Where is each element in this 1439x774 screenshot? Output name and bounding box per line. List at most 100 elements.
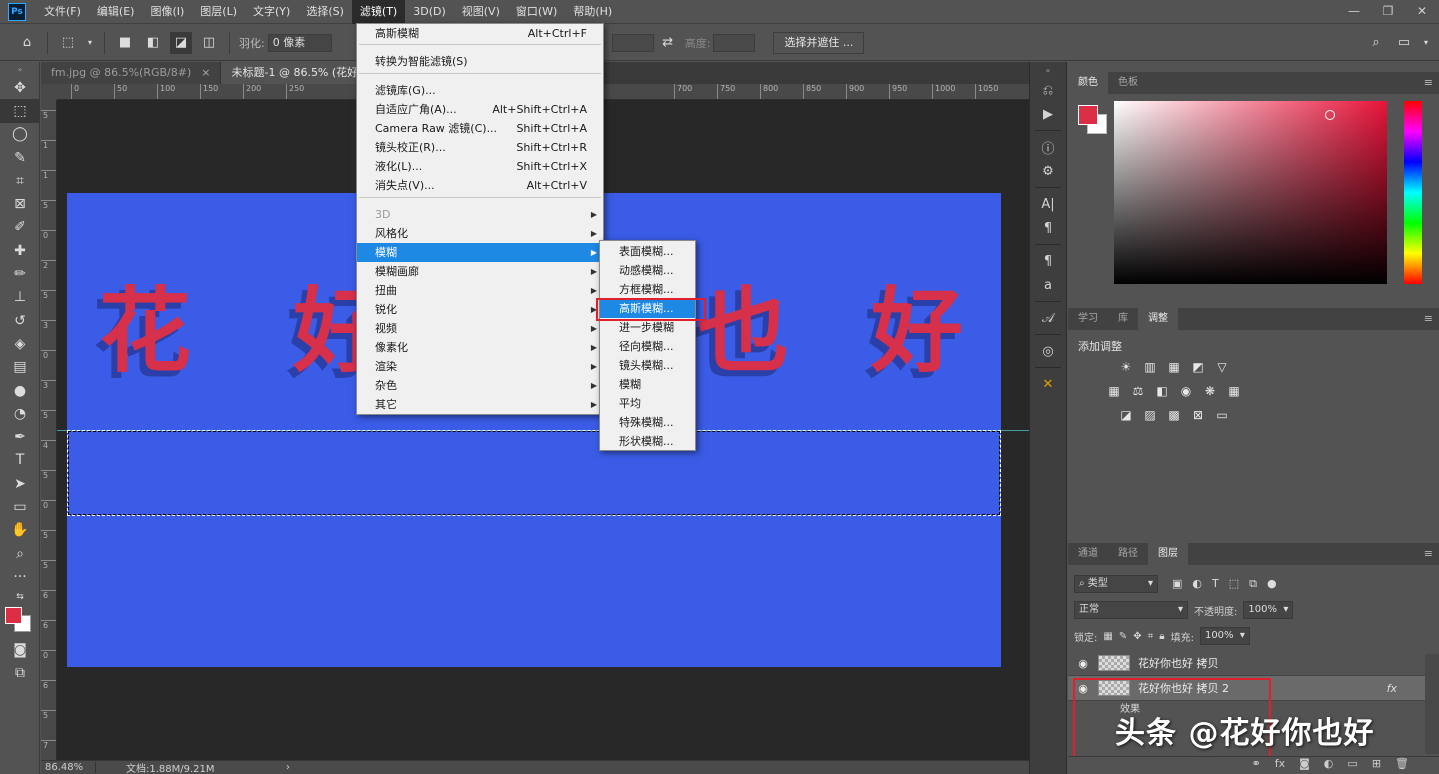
swap-icon[interactable]: ⇄ [657, 32, 679, 54]
submenu-lens-blur[interactable]: 镜头模糊... [600, 356, 695, 375]
character-panel-icon[interactable]: A| [1030, 192, 1066, 216]
foreground-color-swatch[interactable] [1078, 105, 1098, 125]
blend-mode-select[interactable]: 正常 ▾ [1074, 601, 1188, 619]
panel-menu-icon[interactable]: ≡ [1424, 312, 1433, 325]
tab-adjustments[interactable]: 调整 [1138, 308, 1178, 330]
marquee-selection[interactable] [67, 430, 1001, 516]
color-picker-handle[interactable] [1325, 110, 1335, 120]
photo-filter-icon[interactable]: ◉ [1178, 384, 1194, 398]
panel-menu-icon[interactable]: ≡ [1424, 547, 1433, 560]
rect-marquee-tool-icon[interactable]: ⬚ [0, 99, 40, 123]
adjustment-layer-icon[interactable]: ◐ [1324, 757, 1334, 774]
hue-slider[interactable] [1404, 101, 1422, 284]
menu-item-blur-gallery[interactable]: 模糊画廊 ▶ [357, 262, 603, 281]
frame-tool-icon[interactable]: ⊠ [0, 192, 40, 215]
screen-mode-icon[interactable]: ⧉ [0, 662, 40, 685]
chevron-down-icon[interactable]: ▾ [85, 32, 95, 54]
lock-artboard-icon[interactable]: ⌗ [1148, 631, 1154, 642]
foreground-color[interactable] [5, 606, 22, 624]
quick-mask-icon[interactable]: ◙ [0, 639, 40, 662]
paragraph-panel-icon[interactable]: ¶ [1030, 216, 1066, 240]
shape-filter-icon[interactable]: ⬚ [1229, 577, 1239, 591]
collapse-icon[interactable]: « [1030, 62, 1066, 78]
levels-icon[interactable]: ▥ [1142, 360, 1158, 374]
move-tool-icon[interactable]: ✥ [0, 76, 40, 99]
curves-icon[interactable]: ▦ [1166, 360, 1182, 374]
lock-pixels-icon[interactable]: ▦ [1103, 631, 1112, 642]
menu-item-gaussian-blur-last[interactable]: 高斯模糊 Alt+Ctrl+F [357, 24, 603, 43]
lock-all-icon[interactable]: 🔒︎ [1159, 631, 1164, 642]
close-icon[interactable]: ✕ [1405, 0, 1439, 22]
width-input[interactable] [611, 33, 654, 52]
layer-row[interactable]: ◉ 花好你也好 拷贝 [1068, 651, 1425, 676]
path-select-tool-icon[interactable]: ➤ [0, 472, 40, 495]
submenu-box-blur[interactable]: 方框模糊... [600, 280, 695, 299]
submenu-radial-blur[interactable]: 径向模糊... [600, 337, 695, 356]
menu-item-noise[interactable]: 杂色 ▶ [357, 376, 603, 395]
tab-paths[interactable]: 路径 [1108, 543, 1148, 565]
tab-swatches[interactable]: 色板 [1108, 72, 1148, 94]
menu-window[interactable]: 窗口(W) [508, 0, 565, 24]
opacity-input[interactable]: 100% ▾ [1243, 601, 1294, 619]
add-selection-icon[interactable]: ◧ [142, 32, 164, 54]
trash-icon[interactable]: 🗑︎ [1395, 757, 1409, 774]
smart-object-filter-icon[interactable]: ⧉ [1249, 577, 1257, 591]
rectangle-tool-icon[interactable]: ▭ [0, 495, 40, 518]
stamp-tool-icon[interactable]: ⊥ [0, 286, 40, 309]
selective-color-icon[interactable]: ⊠ [1190, 408, 1206, 422]
menu-item-pixelate[interactable]: 像素化 ▶ [357, 338, 603, 357]
brush-tool-icon[interactable]: ✏ [0, 262, 40, 285]
menu-item-adaptive-wide-angle[interactable]: 自适应广角(A)... Alt+Shift+Ctrl+A [357, 100, 603, 119]
color-swatches[interactable] [0, 605, 40, 639]
history-brush-icon[interactable]: ↺ [0, 309, 40, 332]
panel-menu-icon[interactable]: ≡ [1424, 76, 1433, 89]
feather-input[interactable]: 0 像素 [267, 33, 332, 52]
minimize-icon[interactable]: — [1337, 0, 1371, 22]
submenu-motion-blur[interactable]: 动感模糊... [600, 261, 695, 280]
color-field[interactable] [1114, 101, 1387, 284]
tool-presets-icon[interactable]: ✕ [1030, 372, 1066, 396]
menu-3d[interactable]: 3D(D) [405, 0, 454, 24]
menu-image[interactable]: 图像(I) [142, 0, 192, 24]
menu-type[interactable]: 文字(Y) [245, 0, 298, 24]
adjustment-filter-icon[interactable]: ◐ [1192, 577, 1202, 591]
gradient-tool-icon[interactable]: ▤ [0, 356, 40, 379]
tab-color[interactable]: 颜色 [1068, 72, 1108, 94]
layer-kind-select[interactable]: ⌕ 类型 ▾ [1074, 575, 1158, 593]
pen-tool-icon[interactable]: ✒ [0, 425, 40, 448]
info-panel-icon[interactable]: ⓘ [1030, 135, 1066, 159]
threshold-icon[interactable]: ▩ [1166, 408, 1182, 422]
menu-file[interactable]: 文件(F) [36, 0, 89, 24]
menu-item-vanishing-point[interactable]: 消失点(V)... Alt+Ctrl+V [357, 176, 603, 195]
menu-item-render[interactable]: 渲染 ▶ [357, 357, 603, 376]
type-tool-icon[interactable]: T [0, 449, 40, 472]
select-and-mask-button[interactable]: 选择并遮住 ... [773, 31, 865, 54]
tab-channels[interactable]: 通道 [1068, 543, 1108, 565]
navigator-panel-icon[interactable]: ◎ [1030, 339, 1066, 363]
chevron-down-icon[interactable]: ▾ [1421, 32, 1431, 54]
new-selection-icon[interactable]: ■ [114, 32, 136, 54]
tab-untitled-1[interactable]: 未标题-1 @ 86.5% (花好 [221, 62, 370, 84]
new-layer-icon[interactable]: ⊞ [1372, 757, 1381, 774]
lasso-tool-icon[interactable]: ◯ [0, 123, 40, 146]
menu-item-video[interactable]: 视频 ▶ [357, 319, 603, 338]
menu-item-distort[interactable]: 扭曲 ▶ [357, 281, 603, 300]
more-tools-icon[interactable]: ··· [0, 565, 40, 588]
collapse-icon[interactable]: » [0, 62, 40, 76]
home-icon[interactable]: ⌂ [16, 32, 38, 54]
blur-tool-icon[interactable]: ● [0, 379, 40, 402]
menu-item-stylize[interactable]: 风格化 ▶ [357, 224, 603, 243]
color-balance-icon[interactable]: ⚖ [1130, 384, 1146, 398]
filter-toggle-icon[interactable]: ● [1267, 577, 1277, 591]
link-icon[interactable]: ⚭ [1252, 757, 1261, 774]
lock-position-icon[interactable]: ✥ [1133, 631, 1141, 642]
menu-item-blur[interactable]: 模糊 ▶ [357, 243, 603, 262]
healing-tool-icon[interactable]: ✚ [0, 239, 40, 262]
submenu-smart-blur[interactable]: 特殊模糊... [600, 413, 695, 432]
brightness-icon[interactable]: ☀ [1118, 360, 1134, 374]
fill-input[interactable]: 100% ▾ [1199, 627, 1250, 645]
submenu-surface-blur[interactable]: 表面模糊... [600, 242, 695, 261]
channel-mixer-icon[interactable]: ❋ [1202, 384, 1218, 398]
pixel-filter-icon[interactable]: ▣ [1172, 577, 1182, 591]
submenu-blur[interactable]: 模糊 [600, 375, 695, 394]
